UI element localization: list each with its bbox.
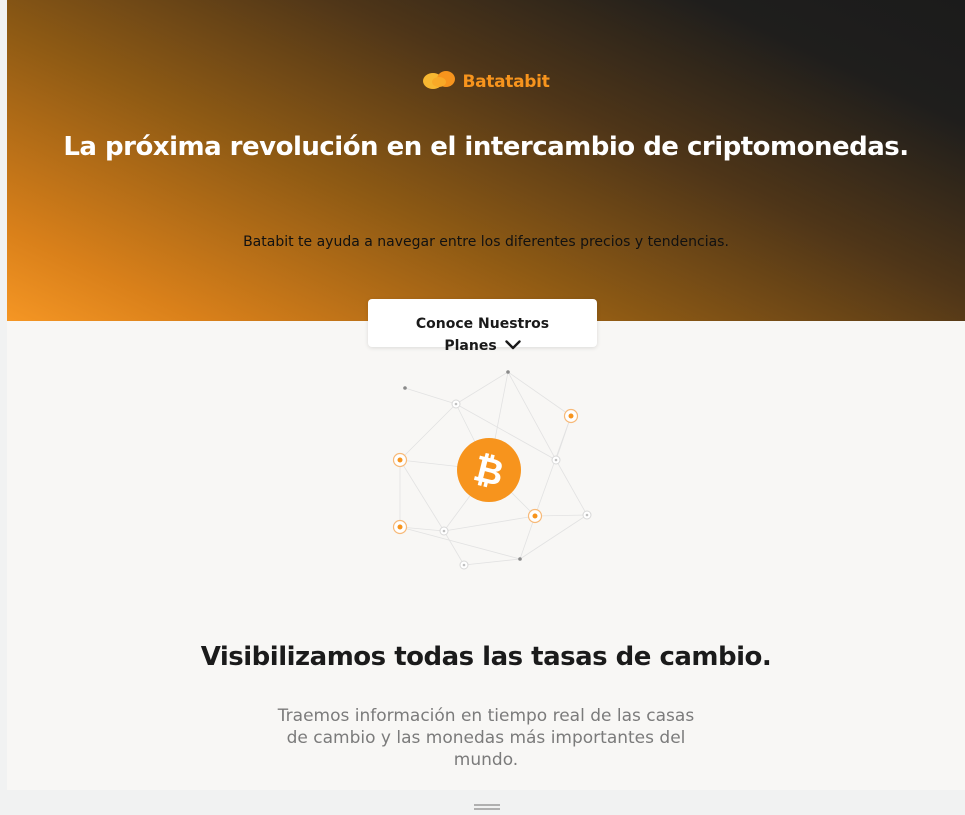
brand-name: Batatabit — [462, 72, 550, 92]
brand-logo[interactable]: Batatabit — [7, 70, 965, 94]
plans-button-label-line2-wrap: Planes — [368, 336, 597, 356]
plans-button-label-line1: Conoce Nuestros — [415, 316, 550, 332]
section-text: Traemos información en tiempo real de la… — [277, 706, 695, 770]
drag-handle-icon[interactable] — [474, 796, 500, 810]
hero-title: La próxima revolución en el intercambio … — [63, 132, 909, 162]
plans-button[interactable]: Conoce Nuestros Planes — [368, 299, 597, 354]
potato-logo-icon — [422, 70, 456, 94]
section-title: Visibilizamos todas las tasas de cambio. — [200, 642, 772, 672]
hero-section: Batatabit La próxima revolución en el in… — [7, 0, 965, 321]
plans-button-label-line2: Planes — [444, 338, 497, 354]
chevron-down-icon — [504, 336, 521, 356]
crypto-network-illustration: ₿ — [377, 362, 617, 582]
page: Batatabit La próxima revolución en el in… — [7, 0, 965, 790]
hero-subtitle: Batabit te ayuda a navegar entre los dif… — [243, 234, 729, 250]
